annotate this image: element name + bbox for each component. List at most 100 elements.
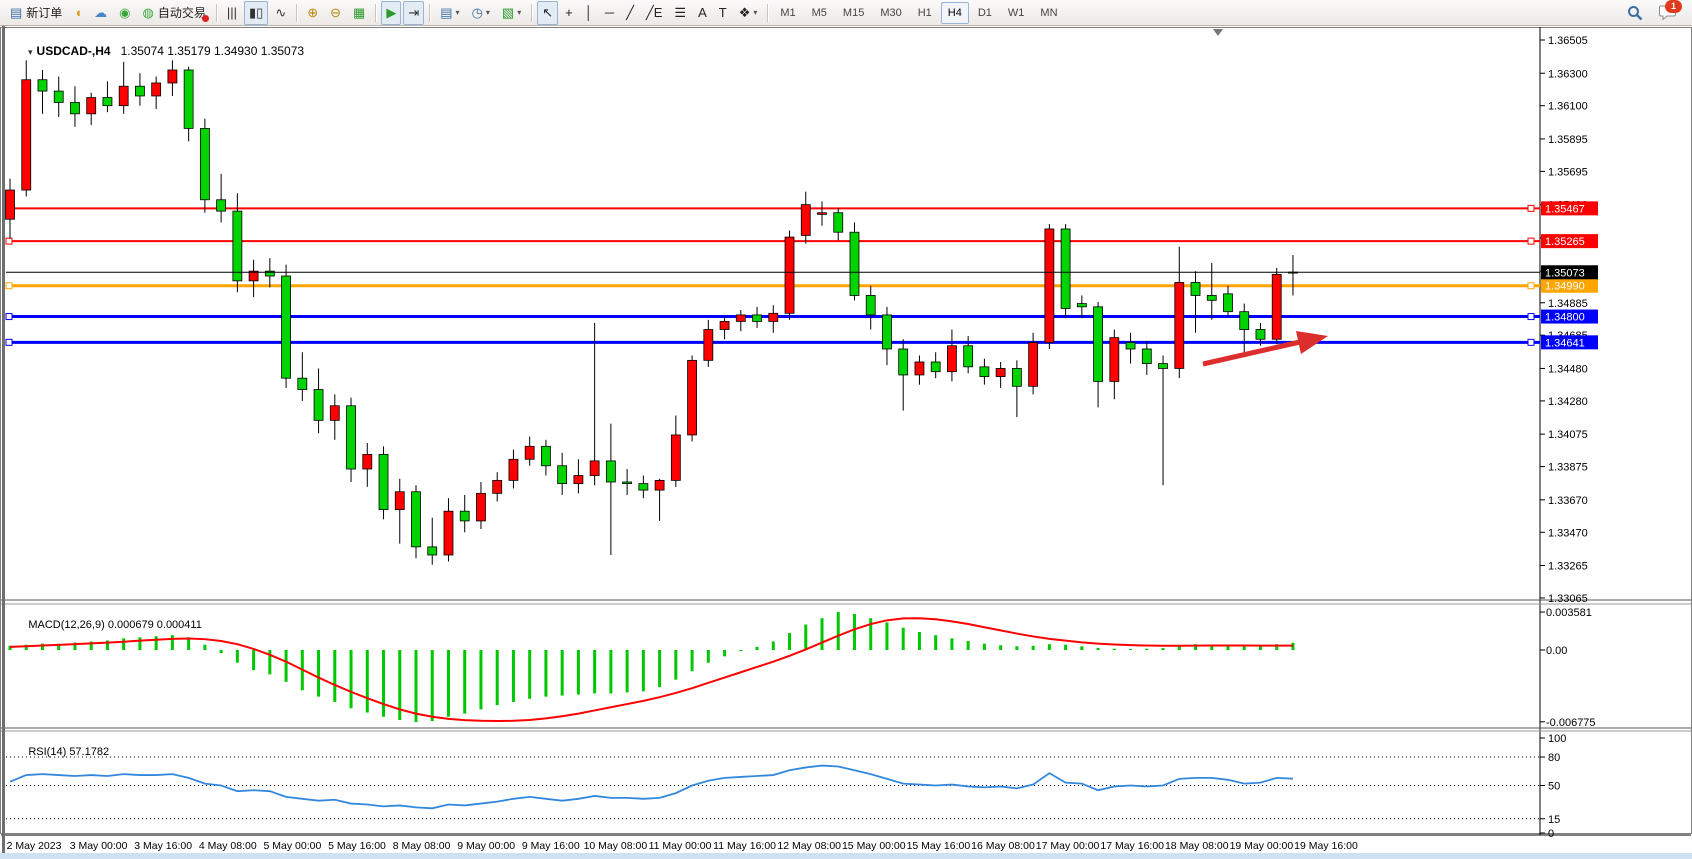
candle-body (87, 98, 96, 114)
vertical-line-icon: │ (585, 2, 593, 24)
channel-button[interactable]: ╱E (641, 1, 668, 25)
profiles-button[interactable]: ◷▾ (467, 1, 495, 25)
price-axis-label: 1.33265 (1548, 561, 1588, 573)
candle-body (379, 454, 388, 509)
timeframe-h1-button[interactable]: H1 (911, 2, 939, 24)
label-icon: T (719, 2, 727, 24)
candle-body (996, 368, 1005, 376)
line-chart-button[interactable]: ∿ (270, 1, 291, 25)
arrows-button[interactable]: ❖▾ (734, 1, 763, 25)
candlestick-chart-button[interactable]: ▮▯ (244, 1, 268, 25)
timeframe-m1-button[interactable]: M1 (773, 2, 802, 24)
candle-body (655, 480, 664, 490)
crosshair-button[interactable]: + (560, 1, 578, 25)
timeframe-d1-button[interactable]: D1 (971, 2, 999, 24)
cursor-button[interactable]: ↖ (537, 1, 558, 25)
horizontal-line-button[interactable]: ─ (600, 1, 619, 25)
chevron-down-icon[interactable]: ▾ (753, 2, 757, 24)
level-handle-left[interactable] (6, 314, 12, 320)
toolbar-right-icons: 1 (1624, 2, 1688, 24)
chart-dropdown-icon[interactable]: ▾ (28, 47, 33, 57)
candle-body (428, 547, 437, 555)
date-axis-label: 17 May 16:00 (1100, 840, 1164, 852)
bar-chart-button[interactable]: ||| (222, 1, 242, 25)
timeframe-m5-button[interactable]: M5 (805, 2, 834, 24)
candle-body (931, 362, 940, 372)
timeframe-h4-button[interactable]: H4 (941, 2, 969, 24)
chart-canvas[interactable]: 1.365051.363001.361001.358951.356951.354… (0, 26, 1692, 859)
candle-body (1191, 282, 1200, 295)
candle-body (330, 406, 339, 421)
label-button[interactable]: T (714, 1, 732, 25)
candle-body (753, 315, 762, 321)
toolbar-separator (216, 4, 217, 22)
zoom-out-button[interactable]: ⊖ (325, 1, 346, 25)
tile-windows-button[interactable]: ▦ (348, 1, 370, 25)
signals-icon: ◉ (119, 2, 130, 24)
candle-body (688, 360, 697, 435)
zoom-in-button[interactable]: ⊕ (302, 1, 323, 25)
level-handle-left[interactable] (6, 238, 12, 244)
candle-body (200, 128, 209, 199)
candle-body (785, 237, 794, 313)
auto-trading-button[interactable]: ◍自动交易 (138, 1, 211, 25)
candle-body (54, 91, 63, 102)
trendline-button[interactable]: ╱ (621, 1, 639, 25)
search-button[interactable] (1624, 2, 1646, 24)
new-chart-button[interactable]: ▤▾ (435, 1, 464, 25)
fibonacci-button[interactable]: ☰ (669, 1, 691, 25)
macd-indicator-label: MACD(12,26,9) 0.000679 0.000411 (10, 607, 202, 643)
toolbar-separator (531, 4, 532, 22)
chart-background[interactable] (1, 28, 1692, 834)
notifications-button[interactable]: 1 (1656, 2, 1678, 24)
community-button[interactable]: ☁ (89, 1, 112, 25)
date-axis-label: 3 May 00:00 (70, 840, 128, 852)
level-handle-left[interactable] (6, 283, 12, 289)
timeframe-w1-button[interactable]: W1 (1001, 2, 1032, 24)
candle-body (6, 190, 15, 219)
candle-body (1012, 368, 1021, 386)
chevron-down-icon[interactable]: ▾ (517, 2, 521, 24)
price-axis-label: 1.33670 (1548, 495, 1588, 507)
candle-body (1240, 312, 1249, 330)
timeframe-m30-button[interactable]: M30 (873, 2, 908, 24)
candle-body (639, 484, 648, 490)
templates-button[interactable]: ▧▾ (497, 1, 526, 25)
chevron-down-icon[interactable]: ▾ (456, 2, 460, 24)
zoom-out-icon: ⊖ (330, 2, 341, 24)
chart-shift-button[interactable]: ⇥ (403, 1, 424, 25)
level-handle-right[interactable] (1528, 339, 1534, 345)
candle-body (363, 454, 372, 469)
date-axis-label: 12 May 08:00 (777, 840, 841, 852)
price-tag-label: 1.35073 (1545, 267, 1585, 279)
price-axis-label: 1.34075 (1548, 429, 1588, 441)
vertical-line-button[interactable]: │ (580, 1, 598, 25)
candle-body (1029, 343, 1038, 387)
community-icon: ☁ (94, 2, 107, 24)
new-order-button[interactable]: ▤新订单 (5, 1, 67, 25)
candle-body (606, 461, 615, 482)
candle-body (1256, 330, 1265, 340)
candle-body (314, 390, 323, 421)
text-button[interactable]: A (693, 1, 712, 25)
candle-body (623, 482, 632, 484)
news-horn-button[interactable]: ◖ (69, 1, 87, 25)
level-handle-right[interactable] (1528, 205, 1534, 211)
candle-body (412, 492, 421, 547)
level-handle-right[interactable] (1528, 238, 1534, 244)
level-handle-right[interactable] (1528, 314, 1534, 320)
search-icon (1627, 5, 1643, 21)
date-axis-label: 15 May 16:00 (907, 840, 971, 852)
signals-button[interactable]: ◉ (114, 1, 135, 25)
price-axis-label: 1.36300 (1548, 68, 1588, 80)
news-horn-icon: ◖ (74, 2, 82, 24)
date-axis-label: 2 May 2023 (7, 840, 62, 852)
auto-scroll-button[interactable]: ▶ (381, 1, 401, 25)
timeframe-m15-button[interactable]: M15 (836, 2, 871, 24)
chevron-down-icon[interactable]: ▾ (486, 2, 490, 24)
chart-window[interactable]: 1.365051.363001.361001.358951.356951.354… (0, 26, 1692, 859)
candle-body (720, 321, 729, 329)
level-handle-left[interactable] (6, 339, 12, 345)
level-handle-right[interactable] (1528, 283, 1534, 289)
timeframe-mn-button[interactable]: MN (1033, 2, 1064, 24)
